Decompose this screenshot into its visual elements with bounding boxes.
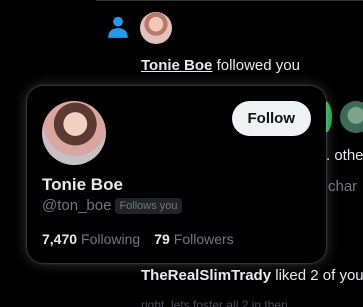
follower-avatar[interactable] <box>140 12 172 44</box>
followers-count: 79 <box>154 231 170 247</box>
faded-preview-text: right, lets foster all 2 in then... <box>141 298 298 307</box>
follow-action-text: followed you <box>216 57 300 74</box>
truncated-text-muted: char <box>328 178 358 195</box>
feed-divider <box>96 0 363 1</box>
profile-avatar[interactable] <box>42 101 106 165</box>
following-stat-link[interactable]: 7,470 Following <box>42 231 140 247</box>
following-count: 7,470 <box>42 231 78 247</box>
like-action-text: liked 2 of you <box>275 267 363 284</box>
truncated-text: . othe <box>326 147 363 164</box>
like-notification-text: TheRealSlimTrady liked 2 of you <box>141 267 363 284</box>
profile-handle[interactable]: @ton_boe <box>42 197 111 214</box>
profile-display-name[interactable]: Tonie Boe <box>42 175 123 195</box>
handle-row: @ton_boe Follows you <box>42 197 182 214</box>
follows-you-badge: Follows you <box>115 197 182 214</box>
followers-label: Followers <box>173 231 234 247</box>
profile-hover-card: Follow Tonie Boe @ton_boe Follows you 7,… <box>27 86 326 263</box>
follow-notification-text: Tonie Boe followed you <box>141 57 300 74</box>
profile-stats: 7,470 Following 79 Followers <box>42 231 234 247</box>
liker-name-link[interactable]: TheRealSlimTrady <box>141 267 271 284</box>
following-label: Following <box>81 231 141 247</box>
partial-avatar-photo[interactable] <box>340 101 363 133</box>
follower-name-link[interactable]: Tonie Boe <box>141 57 212 74</box>
follow-button[interactable]: Follow <box>231 101 311 136</box>
person-icon <box>108 16 128 38</box>
followers-stat-link[interactable]: 79 Followers <box>154 231 233 247</box>
